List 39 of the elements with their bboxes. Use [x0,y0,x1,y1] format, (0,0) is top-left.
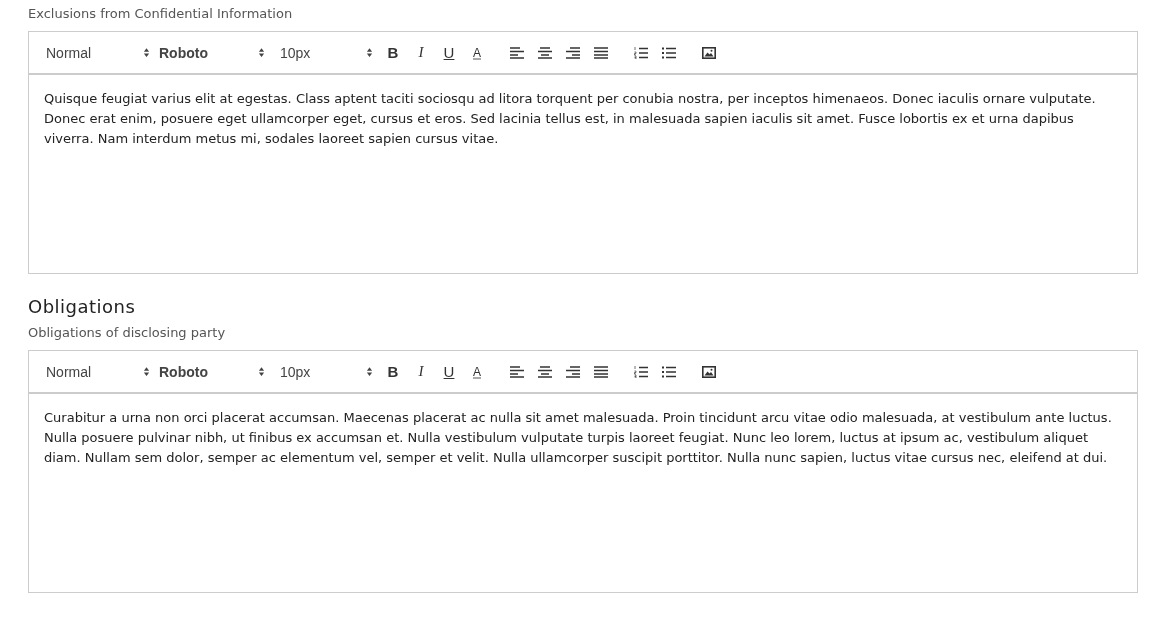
numbered-list-icon[interactable] [634,46,648,59]
align-justify-icon[interactable] [594,365,608,378]
up-down-arrows-icon [143,366,150,377]
underline-button[interactable]: U [435,40,463,65]
italic-button[interactable]: I [407,359,435,384]
section-heading: Obligations [28,296,137,317]
numbered-list-icon[interactable] [634,365,648,378]
bold-button[interactable]: B [379,359,407,384]
align-center-icon[interactable] [538,46,552,59]
italic-button[interactable]: I [407,40,435,65]
size-picker[interactable]: 10px [277,359,373,384]
align-center-icon[interactable] [538,365,552,378]
bold-button[interactable]: B [379,40,407,65]
color-button[interactable]: A [463,40,491,65]
image-icon[interactable] [702,46,716,59]
format-picker[interactable]: Normal [43,359,150,384]
align-left-icon[interactable] [510,365,524,378]
up-down-arrows-icon [258,366,265,377]
bullet-list-icon[interactable] [662,365,676,378]
format-picker[interactable]: Normal [43,40,150,65]
size-picker[interactable]: 10px [277,40,373,65]
bullet-list-icon[interactable] [662,46,676,59]
font-picker[interactable]: Roboto [156,359,265,384]
align-right-icon[interactable] [566,365,580,378]
up-down-arrows-icon [258,47,265,58]
up-down-arrows-icon [366,47,373,58]
underline-button[interactable]: U [435,359,463,384]
align-right-icon[interactable] [566,46,580,59]
image-icon[interactable] [702,365,716,378]
field-description: Exclusions from Confidential Information [28,6,294,21]
font-picker[interactable]: Roboto [156,40,265,65]
align-justify-icon[interactable] [594,46,608,59]
editor-text[interactable]: Quisque feugiat varius elit at egestas. Class aptent taciti sociosqu ad litora torquent per conubia nostra, per inceptos himenaeos. Donec iaculis ornare vulputate. Donec erat enim, posuere eget ullamcorper eget, cursus et eros. Sed lacinia tellus est, in malesuada sapien iaculis sit amet. Fusce lobortis ex et urna dapibus viverra. Nam interdum metus mi, sodales laoreet sapien cursus vitae. [44,89,1122,149]
up-down-arrows-icon [366,366,373,377]
align-left-icon[interactable] [510,46,524,59]
field-description: Obligations of disclosing party [28,325,227,340]
color-button[interactable]: A [463,359,491,384]
editor-text[interactable]: Curabitur a urna non orci placerat accumsan. Maecenas placerat ac nulla sit amet malesuada. Proin tincidunt arcu vitae odio malesuada, at vestibulum ante luctus. Nulla posuere pulvinar nibh, ut finibus ex accumsan et. Nulla vestibulum vulputate turpis laoreet feugiat. Nunc leo lorem, luctus at ipsum ac, vestibulum aliquet diam. Nullam sem dolor, semper ac elementum vel, semper et velit. Nulla ullamcorper suscipit porttitor. Nulla nunc sapien, luctus vitae cursus nec, eleifend at dui. [44,408,1122,468]
up-down-arrows-icon [143,47,150,58]
